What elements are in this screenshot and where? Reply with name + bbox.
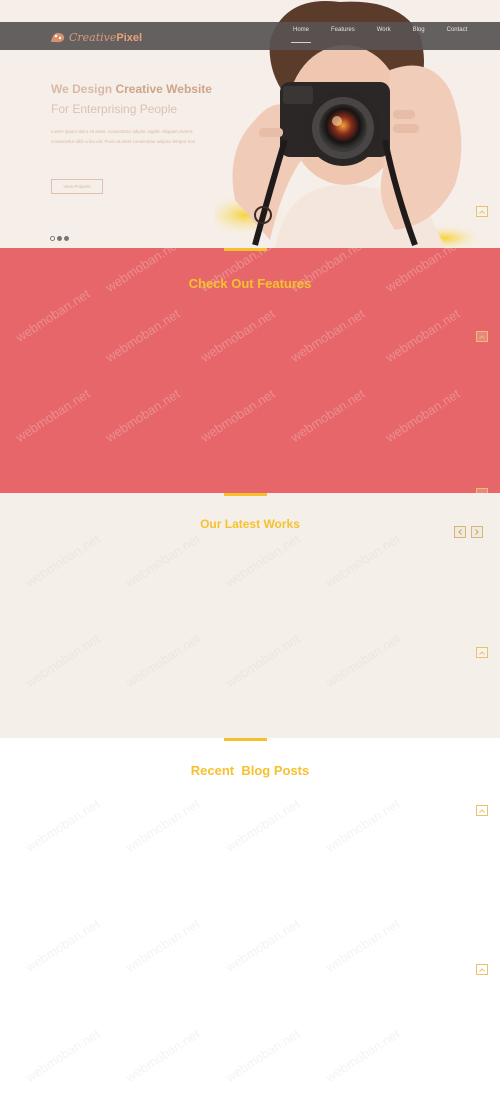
slider-dot-3[interactable] (64, 236, 69, 241)
nav-menu: Home Features Work Blog Contact (282, 22, 478, 50)
logo-script-text: Creative (69, 30, 117, 44)
nav-item-contact[interactable]: Contact (436, 22, 479, 50)
watermark-text: webmoban.net (22, 530, 103, 591)
nav-item-blog[interactable]: Blog (402, 22, 436, 50)
watermark-text: webmoban.net (222, 630, 303, 691)
logo-bold-text: Pixel (116, 31, 143, 44)
nav-item-features[interactable]: Features (320, 22, 366, 50)
watermark-text: webmoban.net (102, 385, 183, 446)
watermark-text: webmoban.net (222, 915, 303, 976)
watermark-text: webmoban.net (322, 630, 403, 691)
scroll-up-button[interactable] (476, 206, 488, 217)
features-title: Check Out Features (0, 276, 500, 291)
scroll-up-button[interactable] (476, 331, 488, 342)
section-accent-bar (224, 738, 267, 741)
watermark-layer: webmoban.net webmoban.net webmoban.net w… (0, 738, 500, 1100)
watermark-text: webmoban.net (322, 1025, 403, 1086)
hero-paragraph: Lorem ipsum dolor sit amet, consectetur … (51, 129, 197, 144)
watermark-text: webmoban.net (222, 1025, 303, 1086)
slider-dot-2[interactable] (57, 236, 62, 241)
hero-title: We Design Creative Website (51, 82, 212, 96)
chevron-up-icon (479, 334, 485, 339)
chevron-left-icon (458, 529, 462, 535)
blog-title: Recent Blog Posts (0, 763, 500, 778)
works-section: webmoban.net webmoban.net webmoban.net w… (0, 493, 500, 738)
blog-title-bold: Blog Posts (241, 763, 310, 778)
watermark-text: webmoban.net (222, 530, 303, 591)
section-accent-bar (224, 493, 267, 496)
logo-mark-icon (51, 32, 65, 43)
watermark-text: webmoban.net (122, 1025, 203, 1086)
watermark-text: webmoban.net (122, 795, 203, 856)
chevron-right-icon (475, 529, 479, 535)
hero-title-bold: Creative Website (115, 82, 212, 96)
watermark-text: webmoban.net (22, 630, 103, 691)
watermark-text: webmoban.net (197, 385, 278, 446)
watermark-text: webmoban.net (287, 305, 368, 366)
watermark-text: webmoban.net (22, 795, 103, 856)
watermark-text: webmoban.net (122, 630, 203, 691)
scroll-up-button[interactable] (476, 647, 488, 658)
chevron-up-icon (479, 209, 485, 214)
watermark-text: webmoban.net (122, 530, 203, 591)
watermark-text: webmoban.net (22, 1025, 103, 1086)
watermark-text: webmoban.net (322, 915, 403, 976)
scroll-up-button[interactable] (476, 805, 488, 816)
watermark-text: webmoban.net (222, 795, 303, 856)
watermark-text: webmoban.net (22, 915, 103, 976)
watermark-text: webmoban.net (12, 385, 93, 446)
watermark-text: webmoban.net (12, 285, 93, 346)
watermark-text: webmoban.net (122, 915, 203, 976)
logo-text: CreativePixel (69, 31, 142, 44)
chevron-up-icon (479, 967, 485, 972)
works-next-button[interactable] (471, 526, 483, 538)
works-prev-button[interactable] (454, 526, 466, 538)
nav-item-home[interactable]: Home (282, 22, 320, 50)
blog-title-plain: Recent (190, 763, 238, 778)
nav-item-work[interactable]: Work (366, 22, 402, 50)
section-accent-bar (224, 248, 267, 251)
view-projects-button[interactable]: View Projects (51, 179, 103, 194)
site-logo[interactable]: CreativePixel (50, 28, 142, 46)
blog-section: webmoban.net webmoban.net webmoban.net w… (0, 738, 500, 1100)
hero-section: CreativePixel Home Features Work Blog Co… (0, 0, 500, 248)
top-navbar: CreativePixel Home Features Work Blog Co… (0, 22, 500, 50)
works-title: Our Latest Works (0, 517, 500, 531)
watermark-text: webmoban.net (102, 305, 183, 366)
features-title-bold: Features (257, 276, 312, 291)
slider-dot-1[interactable] (50, 236, 55, 241)
watermark-text: webmoban.net (322, 795, 403, 856)
watermark-text: webmoban.net (197, 305, 278, 366)
watermark-text: webmoban.net (322, 530, 403, 591)
watermark-text: webmoban.net (382, 385, 463, 446)
hero-title-plain: We Design (51, 82, 116, 96)
works-title-plain: Our Latest (200, 517, 264, 531)
works-title-bold: Works (263, 517, 300, 531)
hero-subtitle: For Enterprising People (51, 102, 178, 116)
chevron-up-icon (479, 808, 485, 813)
watermark-text: webmoban.net (382, 305, 463, 366)
chevron-up-icon (479, 650, 485, 655)
features-title-plain: Check Out (188, 276, 258, 291)
features-section: webmoban.net webmoban.net webmoban.net w… (0, 248, 500, 499)
watermark-text: webmoban.net (287, 385, 368, 446)
slider-dots (50, 236, 69, 241)
scroll-up-button[interactable] (476, 964, 488, 975)
